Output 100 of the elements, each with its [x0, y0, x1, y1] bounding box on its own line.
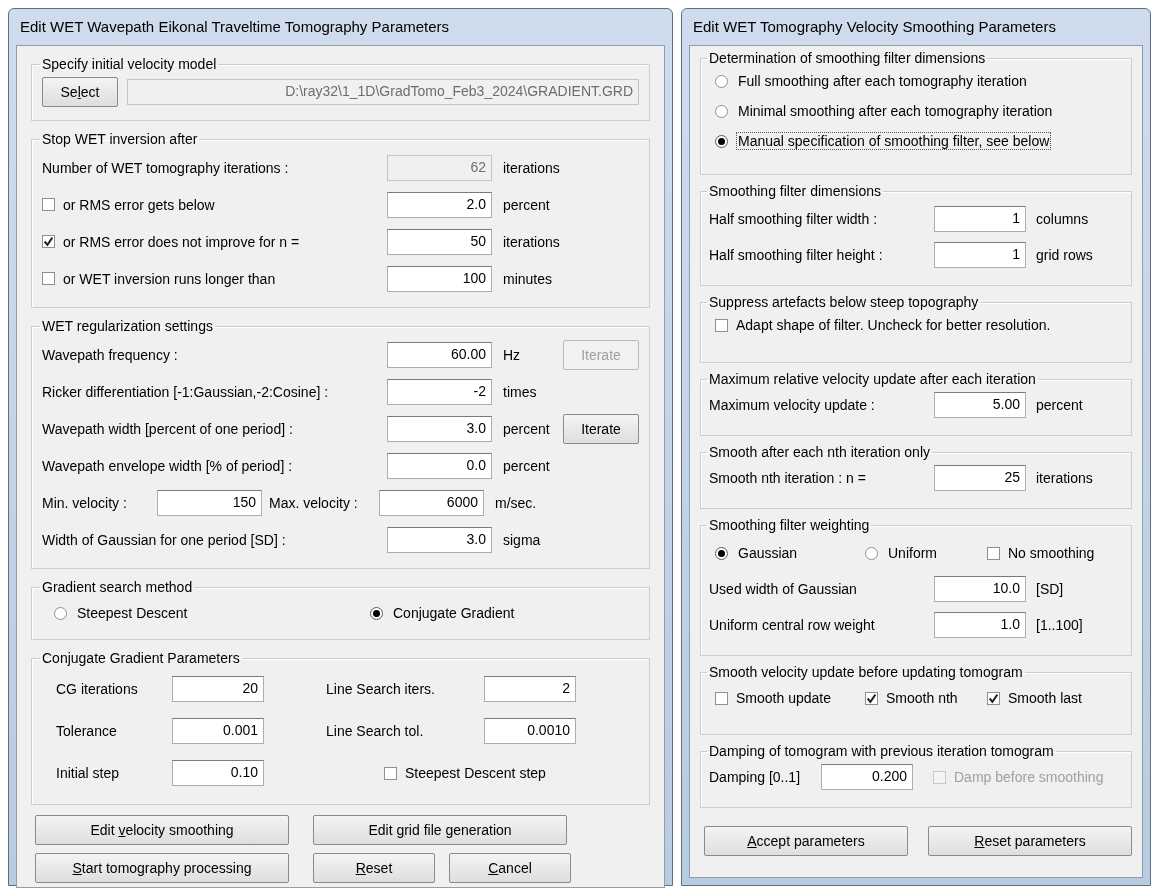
field-label: Initial step — [56, 765, 121, 781]
input-field[interactable]: 0.0 — [387, 452, 492, 479]
push-button[interactable]: Edit velocity smoothing — [35, 815, 289, 845]
group-label: Stop WET inversion after — [41, 131, 199, 147]
push-button[interactable]: Reset — [313, 853, 435, 883]
unit-label: grid rows — [1035, 247, 1094, 263]
checkmark-icon — [43, 236, 54, 247]
group-label: Specify initial velocity model — [41, 56, 218, 72]
field-label: Uniform central row weight — [709, 617, 876, 633]
radio-button[interactable]: Minimal smoothing after each tomography iteration — [715, 102, 1055, 120]
field-label: Used width of Gaussian — [709, 581, 858, 597]
input-field[interactable]: 25 — [934, 465, 1026, 491]
unit-label: [SD] — [1035, 581, 1065, 597]
input-field[interactable]: 10.0 — [934, 576, 1026, 602]
group-label: Maximum relative velocity update after each iteration — [708, 371, 1037, 387]
radio-button[interactable]: Full smoothing after each tomography iteration — [715, 72, 1029, 90]
field-label: Number of WET tomography iterations : — [42, 159, 290, 176]
input-field[interactable]: 20 — [172, 676, 264, 702]
checkbox[interactable]: or RMS error gets below — [42, 196, 215, 213]
checkmark-icon — [988, 692, 999, 704]
checkmark-icon — [866, 692, 877, 704]
field-label: Tolerance — [56, 723, 118, 739]
field-label: Min. velocity : — [42, 494, 128, 511]
input-field[interactable]: 1.0 — [934, 612, 1026, 638]
window-title: Edit WET Wavepath Eikonal Traveltime Tomography Parameters — [19, 17, 451, 37]
unit-label: columns — [1035, 211, 1090, 227]
field-label: Width of Gaussian for one period [SD] : — [42, 531, 287, 548]
field-label: Line Search iters. — [326, 681, 436, 697]
radio-button[interactable]: Uniform — [865, 544, 939, 562]
checkbox[interactable]: No smoothing — [987, 545, 1095, 561]
field-label: Ricker differentiation [-1:Gaussian,-2:Cosine] : — [42, 383, 330, 400]
input-field[interactable]: 60.00 — [387, 341, 492, 368]
unit-label: minutes — [502, 270, 554, 287]
field-label: Wavepath frequency : — [42, 346, 179, 363]
unit-label: [1..100] — [1035, 617, 1084, 633]
input-field[interactable]: 50 — [387, 228, 492, 255]
unit-label: percent — [502, 420, 551, 437]
input-field[interactable]: 0.001 — [172, 718, 264, 744]
group-label: Suppress artefacts below steep topography — [708, 294, 980, 310]
group-label: Damping of tomogram with previous iteration tomogram — [708, 743, 1055, 759]
radio-button[interactable]: Conjugate Gradient — [370, 604, 517, 622]
unit-label: percent — [1035, 397, 1084, 413]
input-field[interactable]: 2.0 — [387, 191, 492, 218]
field-label: CG iterations — [56, 681, 139, 697]
group-label: WET regularization settings — [41, 318, 214, 334]
field-label: Max. velocity : — [268, 494, 359, 511]
push-button[interactable]: Reset parameters — [928, 826, 1132, 856]
push-button[interactable]: Start tomography processing — [35, 853, 289, 883]
unit-label: iterations — [1035, 470, 1094, 486]
input-field[interactable]: 100 — [387, 265, 492, 292]
checkbox[interactable]: Smooth nth — [865, 690, 958, 706]
group-label: Gradient search method — [41, 579, 194, 595]
unit-label: times — [502, 383, 538, 400]
input-field[interactable]: 3.0 — [387, 526, 492, 553]
input-field[interactable]: 1 — [934, 242, 1026, 268]
input-field[interactable]: 0.10 — [172, 760, 264, 786]
field-label: Wavepath width [percent of one period] : — [42, 420, 294, 437]
checkbox[interactable]: or WET inversion runs longer than — [42, 270, 276, 287]
field-label: Damping [0..1] — [709, 769, 802, 785]
group-label: Smooth velocity update before updating tomogram — [708, 664, 1024, 680]
checkbox[interactable]: Smooth last — [987, 690, 1082, 706]
group-label: Smooth after each nth iteration only — [708, 444, 932, 460]
checkbox[interactable]: or RMS error does not improve for n = — [42, 233, 300, 250]
input-field[interactable]: 0.0010 — [484, 718, 576, 744]
push-button[interactable]: Cancel — [449, 853, 571, 883]
push-button[interactable]: Edit grid file generation — [313, 815, 567, 845]
unit-label: percent — [502, 457, 551, 474]
push-button[interactable]: Iterate — [563, 413, 639, 444]
field-label: Smooth nth iteration : n = — [709, 470, 867, 486]
group-label: Determination of smoothing filter dimensions — [708, 50, 987, 66]
unit-label: Hz — [502, 346, 522, 363]
checkbox[interactable]: Adapt shape of filter. Uncheck for better resolution. — [715, 317, 1051, 333]
window-title: Edit WET Tomography Velocity Smoothing Parameters — [692, 17, 1057, 37]
unit-label: percent — [502, 196, 551, 213]
radio-button[interactable]: Steepest Descent — [54, 604, 190, 622]
group-label: Smoothing filter weighting — [708, 517, 871, 533]
field-label: Wavepath envelope width [% of period] : — [42, 457, 294, 474]
input-field[interactable]: 0.200 — [821, 764, 913, 790]
field-label: Half smoothing filter height : — [709, 247, 884, 263]
input-field[interactable]: 1 — [934, 206, 1026, 232]
field-label: Half smoothing filter width : — [709, 211, 879, 227]
checkbox[interactable]: Smooth update — [715, 690, 831, 706]
checkbox[interactable]: Steepest Descent step — [384, 765, 546, 781]
unit-label: m/sec. — [494, 494, 538, 511]
push-button[interactable]: Select — [42, 77, 118, 107]
field-label: Maximum velocity update : — [709, 397, 876, 413]
push-button[interactable]: Accept parameters — [704, 826, 908, 856]
input-field[interactable]: 150 — [157, 489, 262, 516]
input-field[interactable]: 3.0 — [387, 415, 492, 442]
input-field[interactable]: 5.00 — [934, 392, 1026, 418]
unit-label: sigma — [502, 531, 542, 548]
input-field[interactable]: 2 — [484, 676, 576, 702]
unit-label: iterations — [502, 159, 561, 176]
field-label: Line Search tol. — [326, 723, 425, 739]
input-field[interactable]: -2 — [387, 378, 492, 405]
group-label: Conjugate Gradient Parameters — [41, 650, 241, 666]
radio-button[interactable]: Gaussian — [715, 544, 800, 562]
unit-label: iterations — [502, 233, 561, 250]
group-label: Smoothing filter dimensions — [708, 183, 882, 199]
input-field[interactable]: 6000 — [379, 489, 484, 516]
